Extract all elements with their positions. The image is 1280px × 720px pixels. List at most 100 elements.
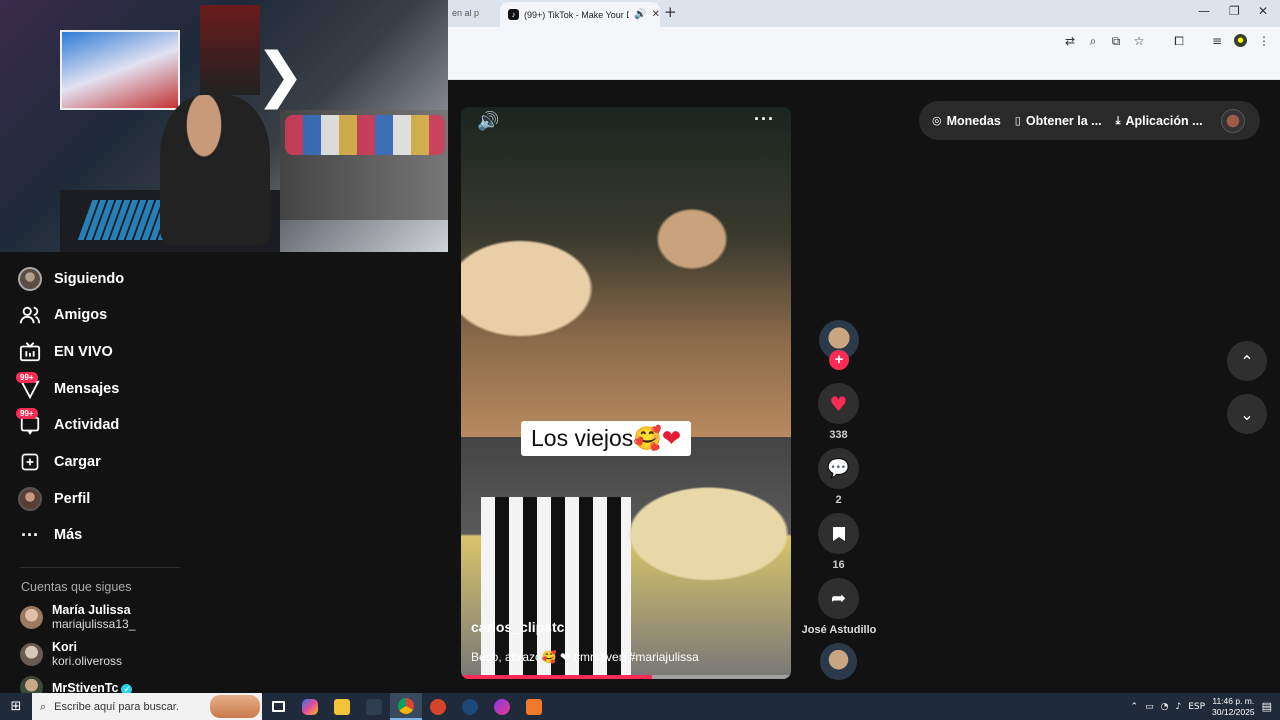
- chrome-app[interactable]: [390, 693, 422, 720]
- sidebar-item-perfil[interactable]: Perfil: [18, 487, 90, 511]
- new-tab-button[interactable]: +: [664, 3, 677, 21]
- video-frame-bottom: [461, 437, 791, 679]
- messenger-app[interactable]: [486, 693, 518, 720]
- tab-inactive[interactable]: en al p: [448, 0, 500, 27]
- media-icon[interactable]: ≡: [1211, 34, 1223, 49]
- file-explorer-app[interactable]: [326, 693, 358, 720]
- volume-icon[interactable]: ♪: [1175, 702, 1181, 712]
- chevron-up-icon: ⌃: [1240, 351, 1254, 371]
- sidebar-item-label: Siguiendo: [54, 271, 125, 287]
- close-window-button[interactable]: ✕: [1258, 4, 1268, 18]
- previous-video-button[interactable]: ⌃: [1227, 341, 1267, 381]
- clock[interactable]: 11:46 p. m. 30/12/2025: [1212, 696, 1255, 718]
- menu-icon[interactable]: ⋮: [1258, 34, 1270, 49]
- video-player[interactable]: Los viejos🥰❤ 🔊 ··· carlos_clipstc Beso, …: [461, 107, 791, 679]
- live-icon: [18, 340, 42, 364]
- task-view-button[interactable]: [262, 693, 294, 720]
- system-tray: ⌃ ▭ ◔ ♪ ESP 11:46 p. m. 30/12/2025 ▤: [1131, 693, 1280, 720]
- start-button[interactable]: ⊞: [0, 693, 32, 720]
- download-label: Aplicación ...: [1125, 113, 1203, 128]
- install-icon[interactable]: ⧉: [1110, 34, 1122, 49]
- sidebar-item-cargar[interactable]: Cargar: [18, 450, 101, 474]
- activity-badge: 99+: [16, 408, 38, 419]
- red-app[interactable]: [422, 693, 454, 720]
- more-options-icon[interactable]: ···: [754, 109, 775, 130]
- notifications-icon[interactable]: ▤: [1262, 700, 1272, 713]
- zoom-icon[interactable]: ⌕: [1087, 34, 1099, 49]
- save-button[interactable]: [818, 513, 859, 554]
- account-handle: mariajulissa13_: [52, 617, 136, 631]
- comment-button[interactable]: 💬: [818, 448, 859, 489]
- sidebar-item-siguiendo[interactable]: Siguiendo: [18, 267, 124, 291]
- search-placeholder: Escribe aquí para buscar.: [54, 700, 179, 713]
- activity-icon: 99+: [16, 408, 42, 437]
- bookmarks-bar: [448, 56, 1280, 80]
- copilot-app[interactable]: [294, 693, 326, 720]
- following-account[interactable]: Kori kori.oliveross: [20, 640, 122, 668]
- minimize-button[interactable]: —: [1198, 4, 1210, 18]
- video-author[interactable]: carlos_clipstc: [471, 619, 564, 635]
- chevron-up-icon[interactable]: ⌃: [1131, 702, 1139, 712]
- extensions-icon[interactable]: ⧠: [1173, 34, 1185, 49]
- overlay-caption-text: Los viejos🥰: [531, 425, 662, 451]
- video-progress-bar[interactable]: [461, 675, 791, 679]
- tiktok-icon: ♪: [508, 9, 519, 20]
- sound-author[interactable]: José Astudillo: [800, 624, 878, 636]
- header-actions: ◎ Monedas ▯ Obtener la ... ⤓ Aplicación ...: [919, 101, 1260, 140]
- star-icon[interactable]: ☆: [1133, 34, 1145, 49]
- comment-count: 2: [835, 494, 842, 506]
- sidebar-item-label: Más: [54, 527, 83, 543]
- translate-icon[interactable]: ⇄: [1064, 34, 1076, 49]
- like-count: 338: [829, 429, 848, 441]
- video-progress-fill: [461, 675, 653, 679]
- wifi-icon[interactable]: ◔: [1161, 702, 1169, 712]
- sidebar-item-label: Actividad: [54, 417, 120, 433]
- get-app-button[interactable]: ▯ Obtener la ...: [1015, 114, 1102, 128]
- taskbar-search[interactable]: ⌕ Escribe aquí para buscar.: [32, 693, 262, 720]
- following-account[interactable]: María Julissa mariajulissa13_: [20, 603, 135, 631]
- account-handle: kori.oliveross: [52, 654, 123, 668]
- sidebar-item-en-vivo[interactable]: EN VIVO: [18, 340, 113, 364]
- phone-icon: ▯: [1014, 114, 1021, 127]
- profile-icon[interactable]: ●: [1234, 34, 1247, 47]
- bookmark-icon: [832, 526, 845, 541]
- heart-icon: ♥: [829, 391, 848, 416]
- share-icon: ➦: [830, 588, 847, 609]
- like-button[interactable]: ♥: [818, 383, 859, 424]
- sidebar-item-actividad[interactable]: 99+ Actividad: [16, 408, 120, 437]
- sidebar-item-label: EN VIVO: [54, 344, 113, 360]
- steam-app[interactable]: [454, 693, 486, 720]
- avatar: [20, 605, 43, 629]
- network-icon[interactable]: ▭: [1145, 702, 1154, 712]
- account-name: Kori: [52, 640, 77, 654]
- close-tab-icon[interactable]: ✕: [652, 9, 660, 20]
- speaker-icon[interactable]: 🔊: [634, 9, 646, 20]
- obs-app[interactable]: [358, 693, 390, 720]
- heart-emoji: ❤: [661, 425, 682, 451]
- language-indicator[interactable]: ESP: [1188, 702, 1205, 712]
- sound-disc-avatar[interactable]: [820, 643, 857, 680]
- next-video-button[interactable]: ⌄: [1227, 394, 1267, 434]
- user-avatar[interactable]: [1220, 108, 1245, 133]
- poster-image: [60, 30, 180, 110]
- messages-badge: 99+: [16, 372, 38, 383]
- download-app-button[interactable]: ⤓ Aplicación ...: [1116, 114, 1203, 128]
- share-button[interactable]: ➦: [818, 578, 859, 619]
- coins-button[interactable]: ◎ Monedas: [932, 114, 1001, 128]
- follow-plus-button[interactable]: +: [829, 350, 849, 370]
- messages-icon: 99+: [16, 372, 42, 401]
- more-icon: ···: [21, 524, 39, 545]
- tab-inactive-label: en al p: [452, 8, 480, 18]
- sidebar-item-mensajes[interactable]: 99+ Mensajes: [16, 372, 119, 401]
- sidebar-item-amigos[interactable]: Amigos: [18, 303, 107, 327]
- sidebar-item-mas[interactable]: ··· Más: [18, 523, 82, 547]
- orange-app[interactable]: [518, 693, 550, 720]
- volume-icon[interactable]: 🔊: [477, 111, 499, 132]
- save-count: 16: [832, 559, 845, 571]
- restore-button[interactable]: ❐: [1229, 4, 1240, 18]
- avatar: [20, 642, 43, 666]
- coins-label: Monedas: [946, 113, 1001, 128]
- video-overlay-caption: Los viejos🥰❤: [521, 421, 692, 456]
- sidebar-item-label: Cargar: [54, 454, 101, 470]
- tab-active[interactable]: ♪ (99+) TikTok - Make Your Day 🔊 ✕: [500, 2, 660, 27]
